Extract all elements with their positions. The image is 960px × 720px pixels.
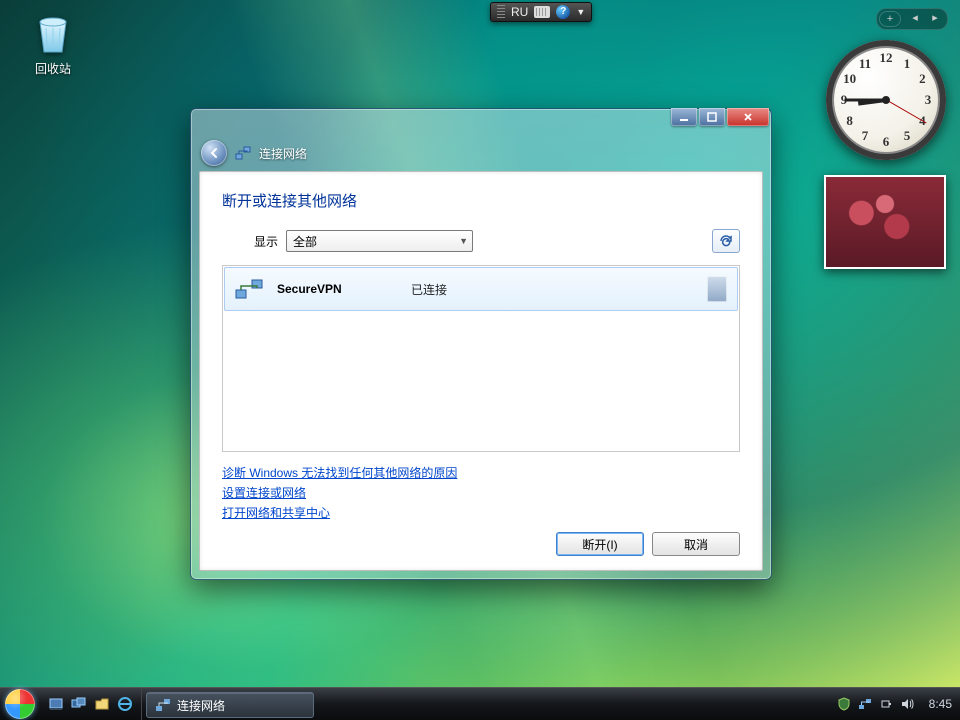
ie-icon[interactable]	[115, 694, 135, 714]
clock-pin	[882, 96, 890, 104]
prev-icon[interactable]: ◂	[905, 11, 925, 25]
next-icon[interactable]: ▸	[925, 11, 945, 25]
taskbar-button-connect[interactable]: 连接网络	[146, 692, 314, 718]
slideshow-gadget[interactable]	[824, 175, 946, 269]
recycle-bin-icon	[30, 10, 76, 56]
tray-clock[interactable]: 8:45	[920, 697, 952, 711]
taskbar-button-label: 连接网络	[177, 697, 225, 714]
nav-bar: 连接网络	[191, 137, 771, 169]
show-desktop-icon[interactable]	[46, 694, 66, 714]
volume-tray-icon[interactable]	[899, 696, 915, 712]
desktop: 回收站 RU ? ▼ + ◂ ▸ 121234567891011	[0, 0, 960, 720]
explorer-icon[interactable]	[92, 694, 112, 714]
page-heading: 断开或连接其他网络	[222, 190, 740, 211]
disconnect-button[interactable]: 断开(I)	[556, 532, 644, 556]
help-links: 诊断 Windows 无法找到任何其他网络的原因 设置连接或网络 打开网络和共享…	[222, 464, 740, 521]
network-name: SecureVPN	[277, 282, 397, 296]
start-orb-icon	[5, 689, 35, 719]
network-icon	[155, 697, 171, 713]
chevron-down-icon: ▼	[459, 236, 468, 246]
connection-icon	[235, 277, 263, 301]
sidebar-controls[interactable]: + ◂ ▸	[876, 8, 948, 30]
quick-launch	[40, 688, 142, 720]
network-icon	[235, 145, 251, 161]
chevron-down-icon[interactable]: ▼	[576, 7, 585, 17]
keyboard-icon[interactable]	[534, 6, 550, 18]
minute-hand	[844, 99, 886, 102]
system-tray: 8:45	[828, 688, 960, 720]
server-icon	[707, 276, 727, 302]
switch-windows-icon[interactable]	[69, 694, 89, 714]
diagnose-link[interactable]: 诊断 Windows 无法找到任何其他网络的原因	[222, 464, 740, 481]
minimize-button[interactable]	[671, 108, 697, 126]
recycle-bin[interactable]: 回收站	[18, 10, 88, 77]
maximize-button[interactable]	[699, 108, 725, 126]
recycle-bin-label: 回收站	[18, 60, 88, 77]
language-code[interactable]: RU	[511, 5, 528, 19]
clock-gadget[interactable]: 121234567891011	[826, 40, 946, 160]
filter-label: 显示	[254, 233, 278, 250]
network-status: 已连接	[411, 281, 447, 298]
language-bar[interactable]: RU ? ▼	[490, 2, 592, 22]
filter-value: 全部	[293, 233, 317, 250]
add-gadget-icon[interactable]: +	[879, 11, 901, 27]
help-icon[interactable]: ?	[556, 5, 570, 19]
window-title: 连接网络	[259, 145, 307, 162]
client-area: 断开或连接其他网络 显示 全部 ▼	[199, 171, 763, 571]
open-center-link[interactable]: 打开网络和共享中心	[222, 504, 740, 521]
start-button[interactable]	[0, 688, 40, 720]
network-tray-icon[interactable]	[857, 696, 873, 712]
filter-combo[interactable]: 全部 ▼	[286, 230, 473, 252]
close-button[interactable]	[727, 108, 769, 126]
power-tray-icon[interactable]	[878, 696, 894, 712]
taskbar: 连接网络 8:45	[0, 687, 960, 720]
grip-icon	[497, 5, 505, 19]
security-tray-icon[interactable]	[836, 696, 852, 712]
back-button[interactable]	[201, 140, 227, 166]
setup-link[interactable]: 设置连接或网络	[222, 484, 740, 501]
network-list: SecureVPN 已连接	[222, 265, 740, 452]
refresh-button[interactable]	[712, 229, 740, 253]
connect-network-window: 连接网络 断开或连接其他网络 显示 全部 ▼	[190, 108, 772, 580]
titlebar[interactable]	[191, 109, 771, 137]
cancel-button[interactable]: 取消	[652, 532, 740, 556]
network-item[interactable]: SecureVPN 已连接	[224, 267, 738, 311]
